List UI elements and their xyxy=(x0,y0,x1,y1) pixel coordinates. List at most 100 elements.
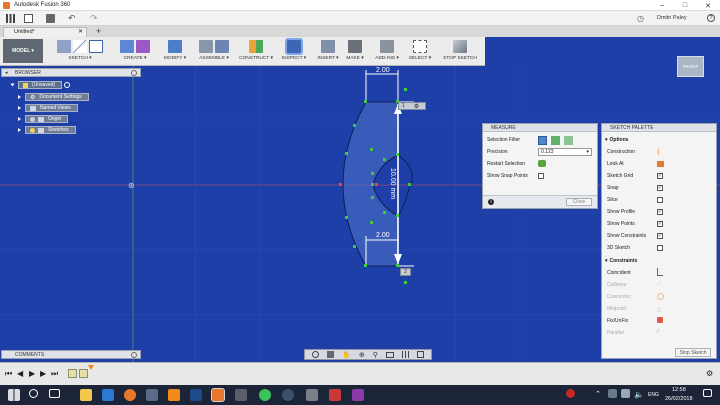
user-name[interactable]: Dmitri Paley xyxy=(657,15,687,21)
edge-icon[interactable] xyxy=(102,389,114,401)
job-status-icon[interactable]: ◷ xyxy=(637,14,644,23)
close-tab-icon[interactable]: ✕ xyxy=(78,28,83,37)
comments-pin-icon[interactable] xyxy=(131,352,137,358)
toolbar-group-make[interactable]: MAKE ▾ xyxy=(343,38,367,65)
concentric-icon[interactable] xyxy=(657,293,664,300)
step-forward-icon[interactable]: ▶ xyxy=(40,369,46,378)
tray-expand-icon[interactable]: ⌃ xyxy=(595,390,607,402)
tray-app-icon[interactable] xyxy=(608,389,617,398)
expand-root-icon[interactable] xyxy=(10,83,15,87)
select-body-icon[interactable] xyxy=(538,136,547,145)
select-edge-icon[interactable] xyxy=(564,136,573,145)
orbit-icon[interactable] xyxy=(312,351,320,358)
visibility-bulb-icon[interactable] xyxy=(30,127,35,133)
toolbar-group-assemble[interactable]: ASSEMBLE ▾ xyxy=(195,38,233,65)
joint-icon[interactable] xyxy=(215,40,229,53)
close-dialog-button[interactable]: Close xyxy=(566,198,592,206)
snap-checkbox[interactable]: ✓ xyxy=(657,185,663,191)
zoom-window-icon[interactable]: ⚲ xyxy=(373,351,378,359)
network-icon[interactable] xyxy=(621,389,630,398)
viewports-icon[interactable] xyxy=(416,351,424,358)
play-icon[interactable]: ▶ xyxy=(29,369,35,378)
timeline-settings-icon[interactable]: ⚙ xyxy=(706,369,713,378)
3d-sketch-checkbox[interactable] xyxy=(657,245,663,251)
vlc-icon[interactable] xyxy=(168,389,180,401)
fusion-360-taskbar-icon[interactable] xyxy=(211,388,225,402)
dimension-top[interactable]: 2.00 xyxy=(376,67,390,74)
grid-settings-icon[interactable] xyxy=(401,351,409,358)
comments-panel[interactable]: COMMENTS xyxy=(1,350,141,359)
rectangle-icon[interactable] xyxy=(89,40,103,53)
timeline-sketch-icon[interactable] xyxy=(68,369,77,378)
timeline-marker-icon[interactable] xyxy=(88,365,94,370)
help-icon[interactable]: ? xyxy=(707,14,715,22)
coincident-icon[interactable] xyxy=(657,268,663,276)
toolbar-group-select[interactable]: SELECT ▾ xyxy=(405,38,435,65)
toolbar-group-construct[interactable]: CONSTRUCT ▾ xyxy=(238,38,274,65)
stop-sketch-button[interactable]: STOP SKETCH xyxy=(440,38,480,65)
clock-time[interactable]: 12:58 xyxy=(672,387,686,393)
extrude-icon[interactable] xyxy=(120,40,134,53)
undo-icon[interactable]: ↶ xyxy=(68,13,76,24)
gear-icon[interactable]: ⚙ xyxy=(414,103,419,110)
pan-icon[interactable]: ✋ xyxy=(342,351,351,359)
timeline-sketch-icon[interactable] xyxy=(79,369,88,378)
visibility-bulb-icon[interactable] xyxy=(30,116,35,122)
stop-sketch-palette-button[interactable]: Stop Sketch xyxy=(675,348,711,357)
toolbar-group-add-ins[interactable]: ADD-INS ▾ xyxy=(372,38,402,65)
close-button[interactable]: ✕ xyxy=(697,0,719,11)
look-at-icon[interactable] xyxy=(657,161,664,167)
toolbar-group-create[interactable]: CREATE ▾ xyxy=(117,38,153,65)
toolbar-group-modify[interactable]: MODIFY ▾ xyxy=(160,38,190,65)
toolbar-group-sketch[interactable]: SKETCH ▾ xyxy=(52,38,108,65)
photoshop-icon[interactable] xyxy=(190,389,202,401)
browser-panel-header[interactable]: ◂ BROWSER xyxy=(1,68,141,77)
offset-plane-icon[interactable] xyxy=(249,40,263,53)
sketch-grid-checkbox[interactable]: ✓ xyxy=(657,173,663,179)
constraint-coincident[interactable]: Coincident xyxy=(607,270,631,276)
dimension-vertical[interactable]: 10.00 mm xyxy=(389,168,396,199)
show-constraints-checkbox[interactable]: ✓ xyxy=(657,233,663,239)
document-tab[interactable]: Untitled* ✕ xyxy=(3,27,87,37)
constraint-concentric[interactable]: Concentric xyxy=(607,294,631,300)
dimension-bottom[interactable]: 2.00 xyxy=(376,232,390,239)
collinear-icon[interactable]: ⟋ xyxy=(657,281,662,289)
zoom-icon[interactable]: ⊕ xyxy=(359,351,365,359)
constraint-parallel[interactable]: Parallel xyxy=(607,330,624,336)
media-app-icon[interactable] xyxy=(329,389,341,401)
workspace-switcher[interactable]: MODEL ▾ xyxy=(3,39,43,63)
press-pull-icon[interactable] xyxy=(168,40,182,53)
browser-pin-icon[interactable] xyxy=(131,70,137,76)
file-menu-icon[interactable] xyxy=(24,14,33,23)
input-language[interactable]: ENG xyxy=(648,392,659,398)
line-icon[interactable] xyxy=(73,40,87,53)
midpoint-icon[interactable]: △ xyxy=(657,306,662,313)
constraint-collinear[interactable]: Collinear xyxy=(607,282,627,288)
constraint-fix-unfix[interactable]: Fix/UnFix xyxy=(607,318,628,324)
display-settings-icon[interactable] xyxy=(385,351,394,358)
info-icon[interactable]: i xyxy=(488,199,494,205)
select-face-icon[interactable] xyxy=(551,136,560,145)
toolbar-group-insert[interactable]: INSERT ▾ xyxy=(314,38,342,65)
stop-sketch-icon[interactable] xyxy=(453,40,467,53)
measure-dialog-header[interactable]: MEASURE xyxy=(483,124,597,132)
look-at-icon[interactable] xyxy=(327,351,335,358)
whatsapp-icon[interactable] xyxy=(259,389,271,401)
browser-item-document-settings[interactable]: ⚙ Document Settings xyxy=(18,93,89,101)
action-center-icon[interactable] xyxy=(703,389,712,397)
minimize-button[interactable]: – xyxy=(651,0,673,11)
file-explorer-icon[interactable] xyxy=(80,389,92,401)
show-snap-points-checkbox[interactable] xyxy=(538,173,544,179)
calculator-icon[interactable] xyxy=(235,389,247,401)
constraints-section-header[interactable]: ▾ Constraints xyxy=(605,258,637,264)
dimension-badge-2[interactable]: 2 xyxy=(400,268,411,276)
slice-checkbox[interactable] xyxy=(657,197,663,203)
select-icon[interactable] xyxy=(413,40,427,53)
onenote-icon[interactable] xyxy=(352,389,364,401)
precision-select[interactable]: 0.123 ▾ xyxy=(538,148,592,156)
lock-icon[interactable] xyxy=(657,317,663,323)
windows-start-icon[interactable] xyxy=(8,389,20,401)
show-profile-checkbox[interactable]: ✓ xyxy=(657,209,663,215)
steam-icon[interactable] xyxy=(282,389,294,401)
new-tab-button[interactable]: + xyxy=(96,26,101,36)
